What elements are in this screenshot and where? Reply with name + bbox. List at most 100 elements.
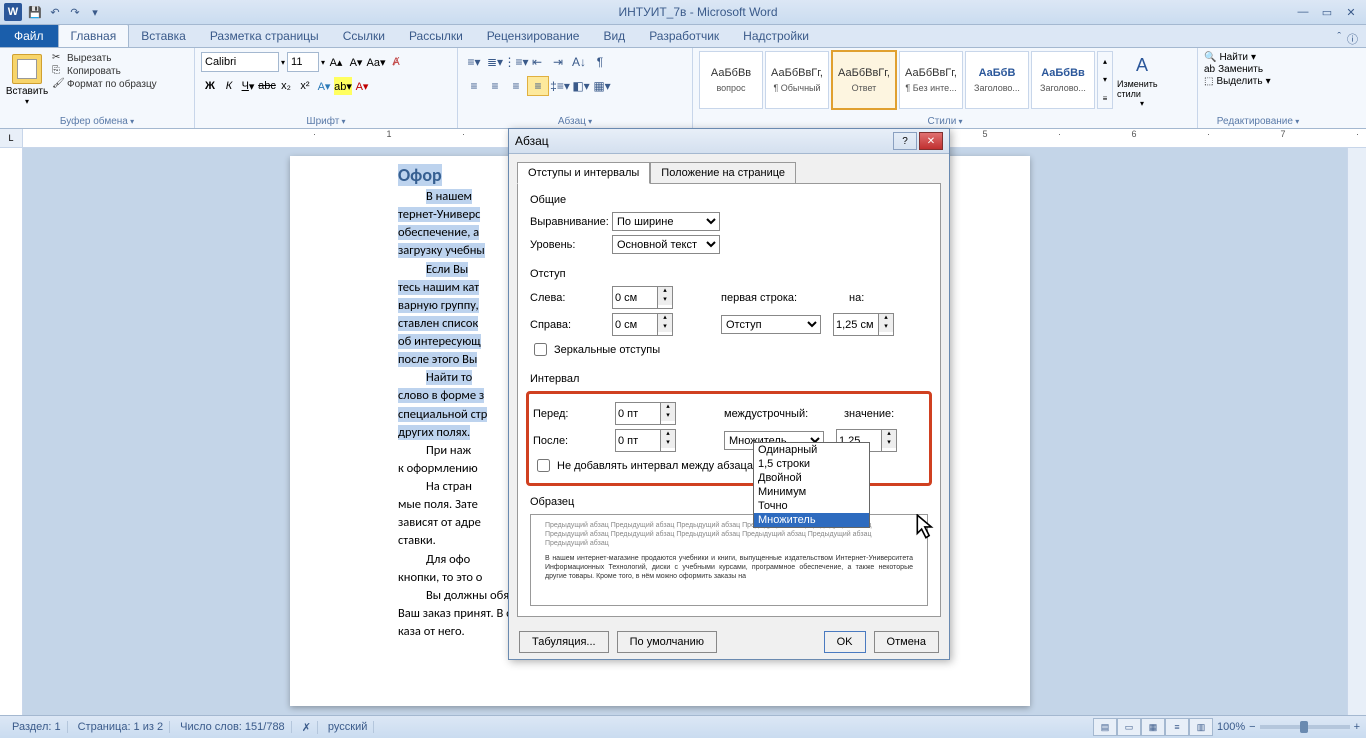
close-icon[interactable]: ✕: [1340, 4, 1362, 20]
ok-button[interactable]: OK: [824, 631, 866, 653]
borders-icon[interactable]: ▦▾: [592, 77, 612, 95]
font-name-input[interactable]: [201, 52, 279, 72]
copy-button[interactable]: ⎘Копировать: [52, 65, 157, 77]
status-page[interactable]: Страница: 1 из 2: [72, 721, 171, 733]
status-section[interactable]: Раздел: 1: [6, 721, 68, 733]
dropdown-option[interactable]: Одинарный: [754, 443, 869, 457]
status-language[interactable]: русский: [322, 721, 374, 733]
style-item[interactable]: АаБбВвГг,¶ Без инте...: [899, 51, 963, 109]
spinner-icon[interactable]: ▴▾: [882, 429, 897, 452]
ruler-corner[interactable]: L: [0, 129, 23, 147]
change-styles-button[interactable]: A Изменить стили▾: [1117, 52, 1167, 108]
font-color-icon[interactable]: A▾: [353, 77, 371, 95]
zoom-in-icon[interactable]: +: [1354, 721, 1360, 733]
grow-font-icon[interactable]: A▴: [327, 53, 345, 71]
highlight-icon[interactable]: ab▾: [334, 77, 352, 95]
firstline-select[interactable]: Отступ: [721, 315, 821, 334]
spacing-after-input[interactable]: [615, 429, 661, 452]
tab-page-layout[interactable]: Разметка страницы: [198, 25, 331, 47]
superscript-button[interactable]: x²: [296, 77, 314, 95]
vertical-ruler[interactable]: [0, 148, 23, 718]
dropdown-option[interactable]: Двойной: [754, 471, 869, 485]
tab-developer[interactable]: Разработчик: [637, 25, 731, 47]
redo-icon[interactable]: ↷: [66, 3, 84, 21]
zoom-slider[interactable]: [1260, 725, 1350, 729]
align-left-icon[interactable]: ≡: [464, 77, 484, 95]
style-item-selected[interactable]: АаБбВвГг,Ответ: [831, 50, 897, 110]
fullscreen-reading-icon[interactable]: ▭: [1117, 718, 1141, 736]
status-words[interactable]: Число слов: 151/788: [174, 721, 292, 733]
zoom-out-icon[interactable]: −: [1249, 721, 1255, 733]
alignment-select[interactable]: По ширине: [612, 212, 720, 231]
bullets-icon[interactable]: ≡▾: [464, 53, 484, 71]
spinner-icon[interactable]: ▴▾: [879, 313, 894, 336]
web-layout-icon[interactable]: ▦: [1141, 718, 1165, 736]
indent-left-input[interactable]: [612, 286, 658, 309]
firstline-by-input[interactable]: [833, 313, 879, 336]
tab-addins[interactable]: Надстройки: [731, 25, 821, 47]
spinner-icon[interactable]: ▴▾: [661, 402, 676, 425]
tab-insert[interactable]: Вставка: [129, 25, 198, 47]
cut-button[interactable]: ✂Вырезать: [52, 52, 157, 64]
tab-home[interactable]: Главная: [58, 24, 130, 47]
dropdown-option-selected[interactable]: Множитель: [754, 513, 869, 527]
undo-icon[interactable]: ↶: [46, 3, 64, 21]
no-space-checkbox[interactable]: [537, 459, 550, 472]
italic-button[interactable]: К: [220, 77, 238, 95]
draft-icon[interactable]: ▥: [1189, 718, 1213, 736]
underline-button[interactable]: Ч▾: [239, 77, 257, 95]
save-icon[interactable]: 💾: [26, 3, 44, 21]
decrease-indent-icon[interactable]: ⇤: [527, 53, 547, 71]
dialog-close-icon[interactable]: ✕: [919, 132, 943, 150]
spinner-icon[interactable]: ▴▾: [658, 286, 673, 309]
dropdown-option[interactable]: 1,5 строки: [754, 457, 869, 471]
default-button[interactable]: По умолчанию: [617, 631, 717, 653]
tab-view[interactable]: Вид: [591, 25, 637, 47]
tabs-button[interactable]: Табуляция...: [519, 631, 609, 653]
clear-format-icon[interactable]: Ⱥ: [387, 53, 405, 71]
spacing-before-input[interactable]: [615, 402, 661, 425]
style-item[interactable]: АаБбВввопрос: [699, 51, 763, 109]
styles-more-icon[interactable]: ▴▾≡: [1097, 51, 1113, 109]
show-marks-icon[interactable]: ¶: [590, 53, 610, 71]
shrink-font-icon[interactable]: A▾: [347, 53, 365, 71]
numbering-icon[interactable]: ≣▾: [485, 53, 505, 71]
status-proofing-icon[interactable]: ✗: [296, 721, 318, 734]
dialog-tab-position[interactable]: Положение на странице: [650, 162, 796, 184]
line-spacing-icon[interactable]: ‡≡▾: [550, 77, 570, 95]
replace-button[interactable]: abЗаменить: [1204, 64, 1312, 75]
spinner-icon[interactable]: ▴▾: [658, 313, 673, 336]
dropdown-option[interactable]: Точно: [754, 499, 869, 513]
tab-mailings[interactable]: Рассылки: [397, 25, 475, 47]
tab-review[interactable]: Рецензирование: [475, 25, 592, 47]
vertical-scrollbar[interactable]: [1347, 148, 1366, 718]
shading-icon[interactable]: ◧▾: [571, 77, 591, 95]
format-painter-button[interactable]: 🖌Формат по образцу: [52, 78, 157, 90]
sort-icon[interactable]: A↓: [569, 53, 589, 71]
style-item[interactable]: АаБбВвЗаголово...: [1031, 51, 1095, 109]
style-item[interactable]: АаБбВЗаголово...: [965, 51, 1029, 109]
outline-level-select[interactable]: Основной текст: [612, 235, 720, 254]
subscript-button[interactable]: x₂: [277, 77, 295, 95]
qat-dropdown-icon[interactable]: ▾: [86, 3, 104, 21]
outline-icon[interactable]: ≡: [1165, 718, 1189, 736]
maximize-icon[interactable]: ▭: [1316, 4, 1338, 20]
align-right-icon[interactable]: ≡: [506, 77, 526, 95]
mirror-indents-checkbox[interactable]: [534, 343, 547, 356]
paste-button[interactable]: Вставить ▾: [6, 50, 48, 112]
dropdown-option[interactable]: Минимум: [754, 485, 869, 499]
dialog-tab-indents[interactable]: Отступы и интервалы: [517, 162, 650, 184]
increase-indent-icon[interactable]: ⇥: [548, 53, 568, 71]
help-icon[interactable]: ⓘ: [1347, 31, 1358, 47]
indent-right-input[interactable]: [612, 313, 658, 336]
spinner-icon[interactable]: ▴▾: [661, 429, 676, 452]
multilevel-icon[interactable]: ⋮≡▾: [506, 53, 526, 71]
text-effects-icon[interactable]: A▾: [315, 77, 333, 95]
align-center-icon[interactable]: ≡: [485, 77, 505, 95]
style-item[interactable]: АаБбВвГг,¶ Обычный: [765, 51, 829, 109]
minimize-icon[interactable]: —: [1292, 4, 1314, 20]
tab-references[interactable]: Ссылки: [331, 25, 397, 47]
select-button[interactable]: ⬚Выделить ▾: [1204, 76, 1312, 87]
dialog-help-icon[interactable]: ?: [893, 132, 917, 150]
strikethrough-button[interactable]: abc: [258, 77, 276, 95]
